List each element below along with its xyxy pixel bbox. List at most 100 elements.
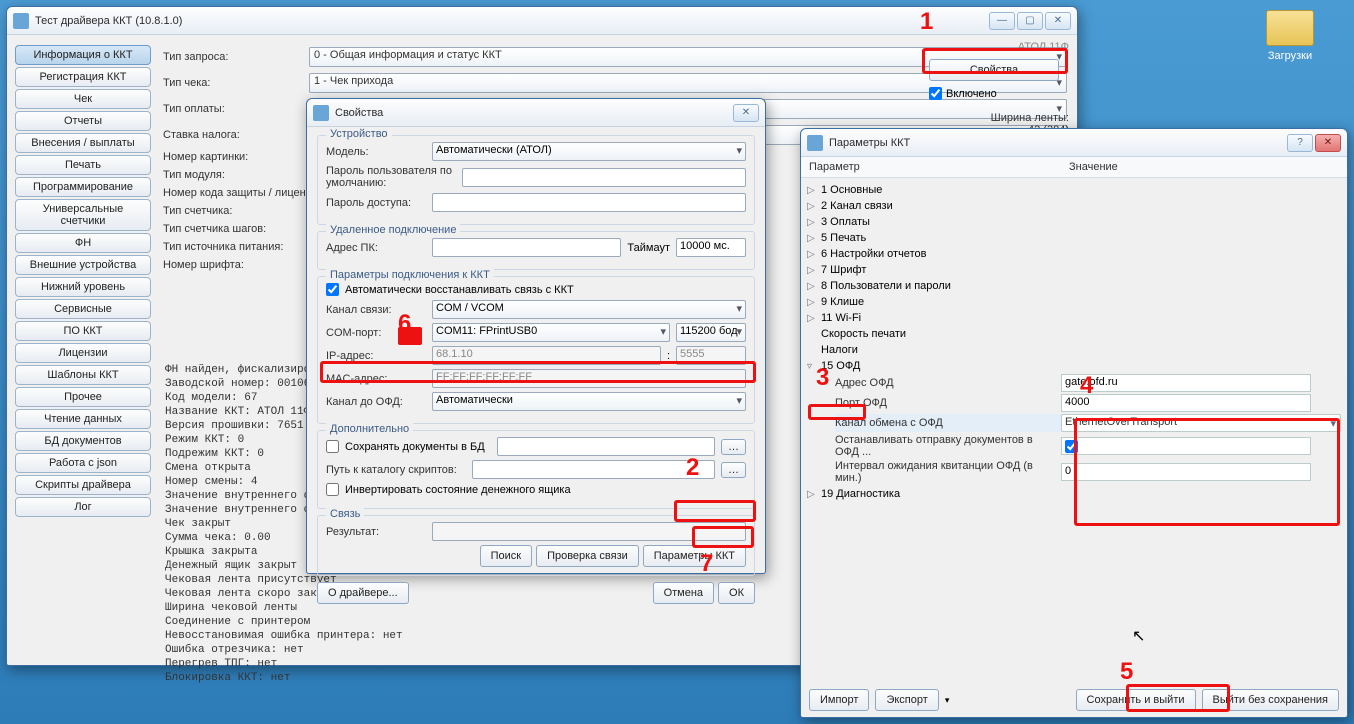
enabled-checkbox[interactable]: Включено <box>929 87 1069 100</box>
input-pcaddr[interactable] <box>432 238 621 257</box>
app-icon <box>807 135 823 151</box>
tree-node[interactable]: ▷5 Печать <box>807 230 1341 246</box>
tree-node[interactable]: ▷3 Оплаты <box>807 214 1341 230</box>
marker-7: 7 <box>700 550 713 578</box>
export-button[interactable]: Экспорт <box>875 689 938 711</box>
sidebar-item-service[interactable]: Сервисные <box>15 299 151 319</box>
input-accpass[interactable] <box>432 193 746 212</box>
lbl-picnum: Номер картинки: <box>163 151 303 163</box>
browse-script-button[interactable]: … <box>721 462 746 478</box>
sidebar-item-json[interactable]: Работа с json <box>15 453 151 473</box>
tree-node[interactable]: ▷1 Основные <box>807 182 1341 198</box>
tree-node[interactable]: ▷11 Wi-Fi <box>807 310 1341 326</box>
tree-node[interactable]: ▷6 Настройки отчетов <box>807 246 1341 262</box>
cursor-icon: ↖ <box>1132 626 1145 646</box>
sidebar-item-payments[interactable]: Внесения / выплаты <box>15 133 151 153</box>
sidebar-item-lowlevel[interactable]: Нижний уровень <box>15 277 151 297</box>
sidebar-item-scripts[interactable]: Скрипты драйвера <box>15 475 151 495</box>
input-timeout[interactable]: 10000 мс. <box>676 238 746 257</box>
select-chan[interactable]: COM / VCOM <box>432 300 746 319</box>
main-titlebar[interactable]: Тест драйвера ККТ (10.8.1.0) — ▢ ✕ <box>7 7 1077 35</box>
save-exit-button[interactable]: Сохранить и выйти <box>1076 689 1196 711</box>
desktop-shortcut-downloads[interactable]: Загрузки <box>1266 10 1314 62</box>
tree-node[interactable]: Налоги <box>807 342 1341 358</box>
select-chanofd[interactable]: Автоматически <box>432 392 746 411</box>
tree-node[interactable]: ▷7 Шрифт <box>807 262 1341 278</box>
chk-invert[interactable] <box>326 483 339 496</box>
input-ipport[interactable]: 5555 <box>676 346 746 365</box>
sidebar-item-readdata[interactable]: Чтение данных <box>15 409 151 429</box>
sidebar-item-fw[interactable]: ПО ККТ <box>15 321 151 341</box>
sidebar-item-print[interactable]: Печать <box>15 155 151 175</box>
lbl-stepcnt: Тип счетчика шагов: <box>163 223 303 235</box>
sidebar-item-templates[interactable]: Шаблоны ККТ <box>15 365 151 385</box>
sidebar-item-licenses[interactable]: Лицензии <box>15 343 151 363</box>
tree-node-ofd[interactable]: ▿15 ОФД <box>807 358 1341 374</box>
props-button[interactable]: Свойства <box>929 59 1059 81</box>
params-titlebar[interactable]: Параметры ККТ ?✕ <box>801 129 1347 157</box>
select-comport[interactable]: COM11: FPrintUSB0 <box>432 323 670 342</box>
app-icon <box>13 13 29 29</box>
sidebar-item-fn[interactable]: ФН <box>15 233 151 253</box>
input-dbpath[interactable] <box>497 437 715 456</box>
params-title: Параметры ККТ <box>829 137 1287 149</box>
chk-ofd-stop[interactable] <box>1061 437 1311 455</box>
input-ofd-wait[interactable]: 0 <box>1061 463 1311 481</box>
input-scriptpath[interactable] <box>472 460 715 479</box>
sidebar-item-ext[interactable]: Внешние устройства <box>15 255 151 275</box>
cancel-button[interactable]: Отмена <box>653 582 714 604</box>
lbl-taxrate: Ставка налога: <box>163 129 303 141</box>
marker-6-badge <box>398 327 422 345</box>
sidebar-item-check[interactable]: Чек <box>15 89 151 109</box>
chk-savedocs[interactable] <box>326 440 339 453</box>
props-title: Свойства <box>335 107 733 119</box>
ok-button[interactable]: ОК <box>718 582 755 604</box>
input-ofd-addr[interactable]: gate.ofd.ru <box>1061 374 1311 392</box>
marker-1: 1 <box>920 8 933 36</box>
import-button[interactable]: Импорт <box>809 689 869 711</box>
sidebar-item-reg[interactable]: Регистрация ККТ <box>15 67 151 87</box>
select-model[interactable]: Автоматически (АТОЛ) <box>432 142 746 161</box>
about-button[interactable]: О драйвере... <box>317 582 409 604</box>
params-button[interactable]: Параметры ККТ <box>643 545 746 567</box>
find-button[interactable]: Поиск <box>480 545 532 567</box>
lbl-chktype: Тип чека: <box>163 77 303 89</box>
grp-remote: Удаленное подключение Адрес ПК:Таймаут10… <box>317 231 755 270</box>
close-button[interactable]: ✕ <box>733 104 759 122</box>
props-titlebar[interactable]: Свойства ✕ <box>307 99 765 127</box>
main-title: Тест драйвера ККТ (10.8.1.0) <box>35 15 989 27</box>
props-dialog: Свойства ✕ Устройство Модель:Автоматичес… <box>306 98 766 574</box>
sidebar-item-info[interactable]: Информация о ККТ <box>15 45 151 65</box>
sidebar-item-db[interactable]: БД документов <box>15 431 151 451</box>
sidebar-item-reports[interactable]: Отчеты <box>15 111 151 131</box>
tape-width-label: Ширина ленты: <box>929 112 1069 124</box>
check-button[interactable]: Проверка связи <box>536 545 639 567</box>
sidebar-item-programming[interactable]: Программирование <box>15 177 151 197</box>
tree-node[interactable]: ▷8 Пользователи и пароли <box>807 278 1341 294</box>
model-hint: АТОЛ 11Ф <box>929 41 1069 53</box>
select-ofd-chan[interactable]: EthernetOverTransport <box>1061 414 1341 432</box>
input-ofd-port[interactable]: 4000 <box>1061 394 1311 412</box>
tree-node[interactable]: ▷9 Клише <box>807 294 1341 310</box>
sidebar-item-log[interactable]: Лог <box>15 497 151 517</box>
input-defpass[interactable] <box>462 168 746 187</box>
help-button[interactable]: ? <box>1287 134 1313 152</box>
tree-node[interactable]: Скорость печати <box>807 326 1341 342</box>
exit-button[interactable]: Выйти без сохранения <box>1202 689 1340 711</box>
input-mac[interactable]: FF:FF:FF:FF:FF:FF <box>432 369 746 388</box>
tree-node[interactable]: ▷19 Диагностика <box>807 486 1341 502</box>
app-icon <box>313 105 329 121</box>
sidebar-item-other[interactable]: Прочее <box>15 387 151 407</box>
chk-autorestore[interactable] <box>326 283 339 296</box>
close-button[interactable]: ✕ <box>1315 134 1341 152</box>
maximize-button[interactable]: ▢ <box>1017 12 1043 30</box>
select-baud[interactable]: 115200 бод <box>676 323 746 342</box>
tree-node[interactable]: ▷2 Канал связи <box>807 198 1341 214</box>
sidebar-item-counters[interactable]: Универсальные счетчики <box>15 199 151 231</box>
browse-db-button[interactable]: … <box>721 439 746 455</box>
close-button[interactable]: ✕ <box>1045 12 1071 30</box>
grp-conn: Параметры подключения к ККТ Автоматическ… <box>317 276 755 424</box>
input-ip[interactable]: 68.1.10 <box>432 346 661 365</box>
params-header: Параметр Значение <box>801 157 1347 178</box>
minimize-button[interactable]: — <box>989 12 1015 30</box>
